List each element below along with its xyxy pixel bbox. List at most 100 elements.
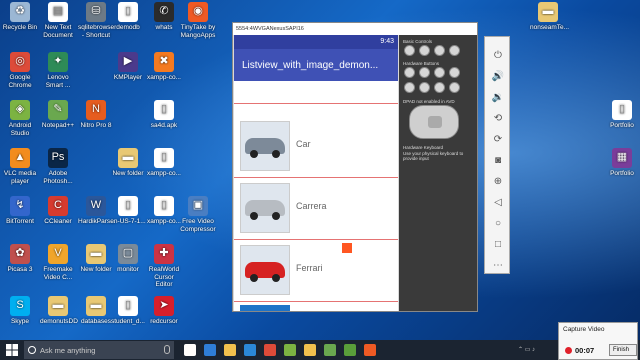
control-button[interactable]	[434, 67, 445, 78]
more-icon[interactable]: ⋯	[491, 259, 505, 273]
desktop-icon[interactable]: ▯ en-US-7-1...	[110, 196, 146, 226]
desktop-icon[interactable]: ◈ Android Studio	[2, 100, 38, 137]
dpad-control[interactable]	[409, 105, 459, 139]
control-button[interactable]	[434, 45, 445, 56]
desktop-icon[interactable]: ✖ xampp-co...	[146, 52, 182, 82]
taskbar: Ask me anything ⌃ ▭ ♪	[0, 340, 640, 360]
emulator-icon[interactable]	[344, 344, 356, 356]
file-explorer-icon[interactable]	[224, 344, 236, 356]
desktop-icon[interactable]: ▬ demonutsDD	[40, 296, 78, 326]
desktop-icon[interactable]: S Skype	[2, 296, 38, 326]
skype-icon: S	[10, 296, 30, 316]
android-screen[interactable]: 9:43 Listview_with_image_demon... Car Car…	[234, 35, 398, 311]
search-box[interactable]: Ask me anything	[24, 341, 174, 359]
notepad-plus-icon[interactable]	[324, 344, 336, 356]
microphone-icon[interactable]	[164, 345, 170, 354]
list-item[interactable]: Car	[234, 117, 398, 177]
file-icon: ▯	[154, 100, 174, 120]
back-icon[interactable]: ◁	[491, 196, 505, 210]
file-explorer-icon[interactable]	[304, 344, 316, 356]
list-divider	[234, 301, 398, 302]
desktop-icon[interactable]: C CCleaner	[40, 196, 76, 226]
list-item[interactable]: Carrera	[234, 179, 398, 239]
desktop-icon[interactable]: ▯ demodb	[110, 2, 146, 32]
desktop-icon[interactable]: ▬ New folder	[110, 148, 146, 178]
control-button[interactable]	[404, 82, 415, 93]
desktop-icon[interactable]: ⛁ sqlitebrowser - Shortcut	[78, 2, 116, 39]
desktop-icon[interactable]: ▶ KMPlayer	[110, 52, 146, 82]
desktop-icon-label: en-US-7-1...	[110, 218, 146, 225]
desktop-icon[interactable]: ✿ Picasa 3	[2, 244, 38, 274]
desktop-icon[interactable]: ▬ databases	[78, 296, 114, 326]
desktop-icon[interactable]: ▤ New Text Document	[40, 2, 76, 39]
desktop-icon-label: New Text Document	[43, 24, 73, 39]
desktop-icon[interactable]: ✚ RealWorld Cursor Editor	[146, 244, 182, 289]
desktop-icon[interactable]: ✦ Lenovo Smart ...	[40, 52, 76, 89]
control-button[interactable]	[419, 82, 430, 93]
list-item-label: Ferrari	[296, 263, 323, 273]
desktop-icon[interactable]: ▬ nonseamTe...	[530, 2, 569, 32]
folder-icon: ▬	[538, 2, 558, 22]
desktop-icon[interactable]: ▯ Portfolio	[604, 100, 640, 130]
edge-icon[interactable]	[204, 344, 216, 356]
store-icon[interactable]	[244, 344, 256, 356]
desktop-icon-label: Adobe Photosh...	[43, 170, 73, 185]
desktop-icon[interactable]: ✆ whats	[146, 2, 182, 32]
chrome-icon: ◎	[10, 52, 30, 72]
home-icon[interactable]: ○	[491, 217, 505, 231]
desktop-icon[interactable]: W HardikPars...	[78, 196, 116, 226]
control-button[interactable]	[449, 67, 460, 78]
folder-icon: ▬	[86, 244, 106, 264]
desktop-icon[interactable]: ↯ BitTorrent	[2, 196, 38, 226]
task-view-icon[interactable]	[184, 344, 196, 356]
desktop-icon[interactable]: ▯ xampp-co...	[146, 196, 182, 226]
volume-down-icon[interactable]: 🔉	[491, 91, 505, 105]
windows-start-icon[interactable]	[6, 344, 18, 356]
desktop-icon[interactable]: N Nitro Pro 8	[78, 100, 114, 130]
desktop-icon[interactable]: Ps Adobe Photosh...	[40, 148, 76, 185]
sqlitebrowser-icon: ⛁	[86, 2, 106, 22]
ccleaner-icon: C	[48, 196, 68, 216]
desktop-icon[interactable]: ✎ Notepad++	[40, 100, 76, 130]
rotate-left-icon[interactable]: ⟲	[491, 112, 505, 126]
record-icon	[565, 347, 572, 354]
desktop-icon[interactable]: ◉ TinyTake by MangoApps	[180, 2, 216, 39]
desktop-icon[interactable]: ◎ Google Chrome	[2, 52, 38, 89]
zoom-in-icon[interactable]: ⊕	[491, 175, 505, 189]
chrome-icon[interactable]	[264, 344, 276, 356]
control-button[interactable]	[449, 82, 460, 93]
tinytake-icon[interactable]	[364, 344, 376, 356]
desktop-icon[interactable]: ▦ Portfolio	[604, 148, 640, 178]
desktop-icon-label: Lenovo Smart ...	[45, 74, 71, 89]
camera-icon[interactable]: ◙	[491, 154, 505, 168]
desktop-icon[interactable]: ➤ redcursor	[146, 296, 182, 326]
control-button[interactable]	[449, 45, 460, 56]
desktop-icon[interactable]: ▯ sa4d.apk	[146, 100, 182, 130]
desktop-icon[interactable]: ♻ Recycle Bin	[2, 2, 38, 32]
rotate-right-icon[interactable]: ⟳	[491, 133, 505, 147]
desktop-icon[interactable]: ▯ xampp-co...	[146, 148, 182, 178]
desktop-icon[interactable]: ▬ New folder	[78, 244, 114, 274]
volume-up-icon[interactable]: 🔊	[491, 70, 505, 84]
control-button[interactable]	[404, 67, 415, 78]
monitor-icon: ▢	[118, 244, 138, 264]
control-button[interactable]	[404, 45, 415, 56]
control-button[interactable]	[419, 45, 430, 56]
desktop-icon[interactable]: ▢ monitor	[110, 244, 146, 274]
desktop-icon[interactable]: ▯ student_d...	[110, 296, 146, 326]
power-icon[interactable]: ⏻	[491, 49, 505, 63]
dpad-center[interactable]	[428, 116, 442, 128]
desktop-icon[interactable]: ▣ Free Video Compressor	[180, 196, 216, 233]
android-studio-icon[interactable]	[284, 344, 296, 356]
finish-label: Finish	[613, 347, 630, 353]
desktop-icon[interactable]: V Freemake Video C...	[40, 244, 76, 281]
desktop-icon-label: New folder	[80, 266, 112, 273]
control-button[interactable]	[434, 82, 445, 93]
file-icon: ▯	[118, 296, 138, 316]
desktop-icon[interactable]: ▲ VLC media player	[2, 148, 38, 185]
list-item[interactable]: Ferrari	[234, 241, 398, 301]
control-button[interactable]	[419, 67, 430, 78]
system-tray[interactable]: ⌃ ▭ ♪	[518, 346, 550, 354]
finish-button[interactable]: Finish	[609, 344, 637, 356]
overview-icon[interactable]: □	[491, 238, 505, 252]
